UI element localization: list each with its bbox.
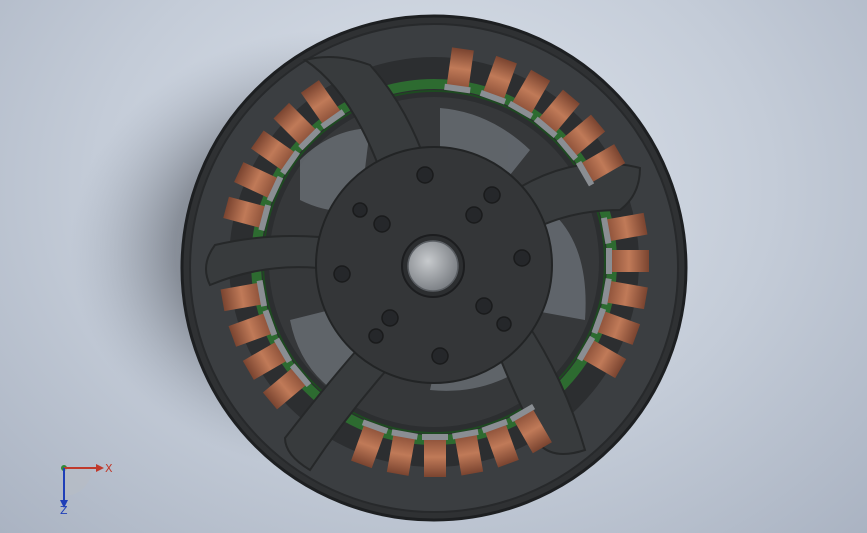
- z-axis-label: Z: [60, 504, 68, 514]
- graphics-viewport[interactable]: X Z: [0, 0, 867, 533]
- shaft[interactable]: [407, 240, 459, 292]
- x-axis-label: X: [105, 462, 113, 475]
- axis-triad[interactable]: X Z: [52, 452, 114, 514]
- x-axis-arrow: [96, 464, 104, 472]
- triad-shade: [64, 468, 92, 496]
- motor-model[interactable]: [0, 0, 867, 533]
